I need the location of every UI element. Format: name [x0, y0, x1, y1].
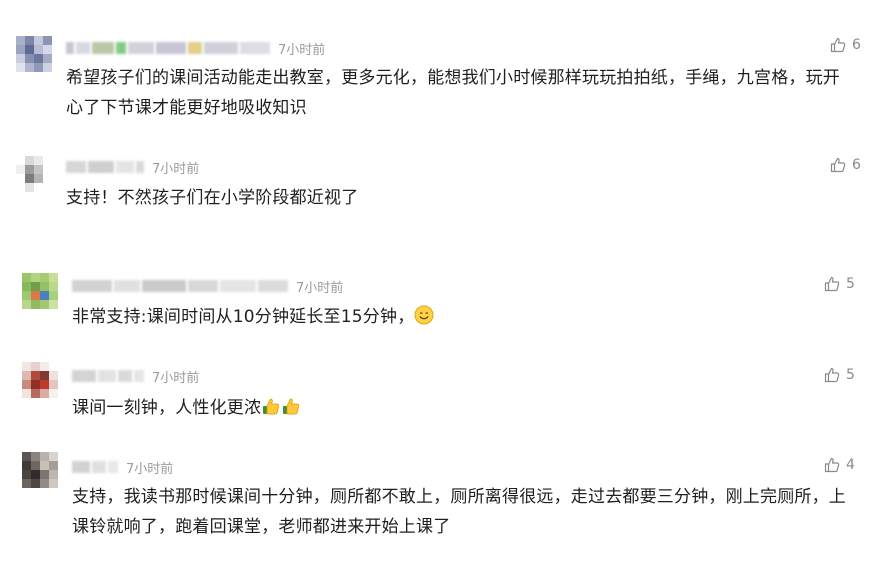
- thumbs-up-emoji: [261, 396, 281, 426]
- comment-text: 希望孩子们的课间活动能走出教室，更多元化，能想我们小时候那样玩玩拍拍纸，手绳，九…: [66, 68, 840, 118]
- thumbs-up-icon: [824, 367, 840, 383]
- comment-text-body: 非常支持:课间时间从10分钟延长至15分钟，: [72, 307, 415, 327]
- username-blurred[interactable]: [66, 41, 272, 55]
- like-button[interactable]: 5: [824, 276, 855, 292]
- thumbs-up-icon: [824, 276, 840, 292]
- comment-time: 7小时前: [278, 42, 326, 58]
- like-button[interactable]: 4: [824, 457, 855, 473]
- like-count: 6: [852, 157, 861, 173]
- avatar[interactable]: [16, 156, 52, 192]
- like-count: 4: [846, 457, 855, 473]
- like-button[interactable]: 5: [824, 367, 855, 383]
- avatar[interactable]: [22, 362, 58, 398]
- comment-text-body: 课间一刻钟，人性化更浓: [72, 398, 262, 418]
- like-count: 6: [852, 37, 861, 53]
- avatar[interactable]: [16, 36, 52, 72]
- smiling-face-emoji: [414, 305, 434, 335]
- comment-text: 支持！不然孩子们在小学阶段都近视了: [66, 188, 359, 208]
- comment-time: 7小时前: [152, 161, 200, 177]
- comment-text: 非常支持:课间时间从10分钟延长至15分钟，: [72, 302, 832, 335]
- comment-text: 课间一刻钟，人性化更浓: [72, 393, 832, 426]
- username-blurred[interactable]: [72, 279, 290, 293]
- like-button[interactable]: 6: [830, 157, 861, 173]
- thumbs-up-icon: [824, 457, 840, 473]
- comment-time: 7小时前: [126, 461, 174, 477]
- comment-text: 支持，我读书那时候课间十分钟，厕所都不敢上，厕所离得很远，走过去都要三分钟，刚上…: [72, 487, 846, 537]
- avatar[interactable]: [22, 452, 58, 488]
- avatar[interactable]: [22, 273, 58, 309]
- comment-time: 7小时前: [296, 280, 344, 296]
- like-button[interactable]: 6: [830, 37, 861, 53]
- username-blurred[interactable]: [72, 460, 120, 474]
- thumbs-up-emoji: [281, 396, 301, 426]
- thumbs-up-icon: [830, 37, 846, 53]
- like-count: 5: [846, 367, 855, 383]
- like-count: 5: [846, 276, 855, 292]
- username-blurred[interactable]: [66, 160, 146, 174]
- thumbs-up-icon: [830, 157, 846, 173]
- comment-time: 7小时前: [152, 370, 200, 386]
- username-blurred[interactable]: [72, 369, 146, 383]
